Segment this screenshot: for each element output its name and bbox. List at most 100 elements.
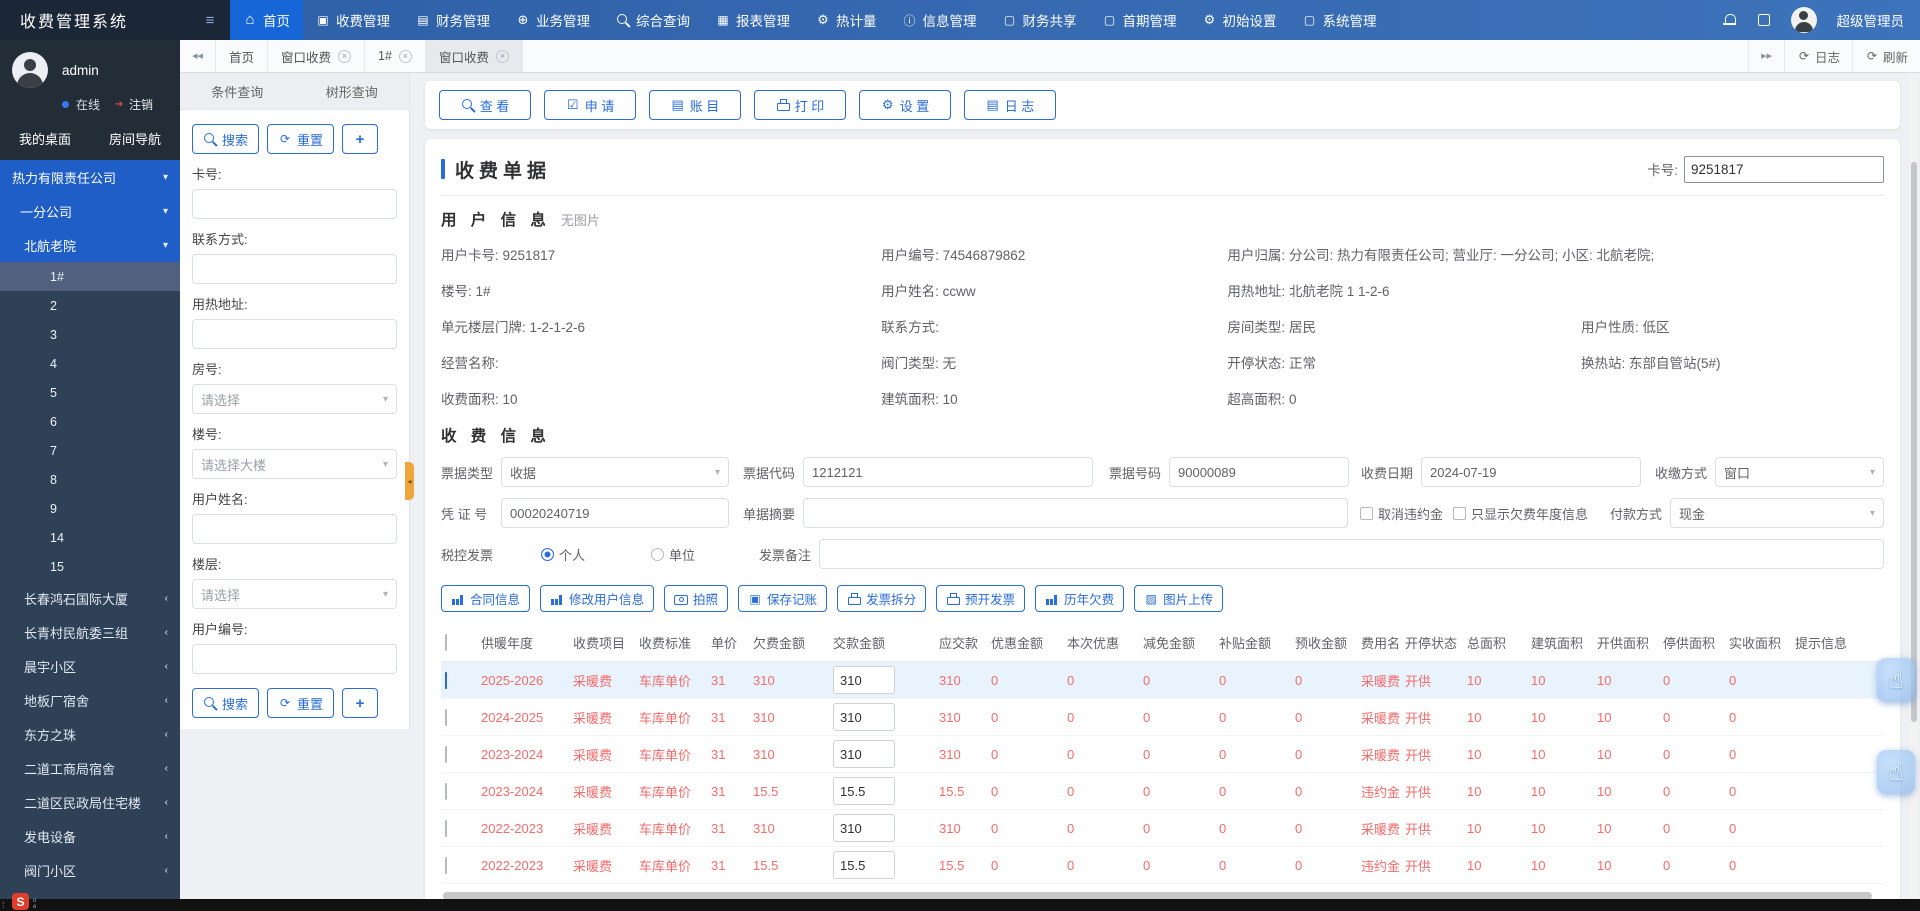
log-button[interactable]: 日志 bbox=[1784, 40, 1852, 72]
action-button[interactable]: 发票拆分 bbox=[837, 585, 926, 612]
reset-button[interactable]: 重置 bbox=[267, 124, 334, 154]
tab-condition-query[interactable]: 条件查询 bbox=[180, 73, 295, 109]
query-field-input[interactable] bbox=[192, 189, 397, 219]
ime-icon[interactable]: S bbox=[12, 893, 29, 910]
table-row[interactable]: 2024-2025 采暖费 车库单价 31 310 310 0 0 0 0 0 bbox=[441, 699, 1884, 736]
action-button[interactable]: 拍照 bbox=[664, 585, 728, 612]
scrollbar-thumb[interactable] bbox=[1911, 162, 1917, 722]
query-field-select[interactable]: 请选择 ▾ bbox=[192, 579, 397, 609]
tree-item[interactable]: 长春鸿石国际大厦 ‹ bbox=[0, 581, 180, 615]
toolbar-button[interactable]: 设 置 bbox=[859, 90, 951, 120]
toolbar-button[interactable]: 查 看 bbox=[439, 90, 531, 120]
toolbar-button[interactable]: 打 印 bbox=[754, 90, 846, 120]
pay-amount-input[interactable] bbox=[833, 666, 895, 694]
tree-item[interactable]: 4 bbox=[0, 349, 180, 378]
avatar[interactable] bbox=[12, 52, 48, 88]
touch-pointer-icon[interactable] bbox=[1877, 658, 1915, 702]
tab-tree-query[interactable]: 树形查询 bbox=[295, 73, 410, 109]
table-row[interactable]: 2025-2026 采暖费 车库单价 31 310 310 0 0 0 0 0 bbox=[441, 662, 1884, 699]
bell-icon[interactable] bbox=[1723, 13, 1737, 27]
close-tab-icon[interactable]: × bbox=[496, 50, 509, 63]
tree-item[interactable]: 7 bbox=[0, 436, 180, 465]
panel-resize-handle[interactable] bbox=[405, 462, 414, 500]
fee-date-input[interactable] bbox=[1421, 457, 1641, 487]
receipt-no-input[interactable] bbox=[1169, 457, 1349, 487]
nav-menu-item[interactable]: 热计量 bbox=[803, 0, 890, 40]
tree-item[interactable]: 北航老院 ▾ bbox=[0, 228, 180, 262]
search-button[interactable]: 搜索 bbox=[192, 688, 259, 718]
tree-item[interactable]: 二道工商局宿舍 ‹ bbox=[0, 751, 180, 785]
row-checkbox[interactable] bbox=[445, 746, 447, 763]
voucher-input[interactable] bbox=[501, 498, 729, 528]
table-row[interactable]: 2022-2023 采暖费 车库单价 31 310 310 0 0 0 0 0 bbox=[441, 810, 1884, 847]
query-field-input[interactable] bbox=[192, 254, 397, 284]
nav-menu-item[interactable]: 报表管理 bbox=[703, 0, 803, 40]
row-checkbox[interactable] bbox=[445, 672, 447, 689]
pay-amount-input[interactable] bbox=[833, 703, 895, 731]
tree-item[interactable]: 14 bbox=[0, 523, 180, 552]
action-button[interactable]: 保存记账 bbox=[738, 585, 827, 612]
pay-amount-input[interactable] bbox=[833, 851, 895, 879]
query-field-input[interactable] bbox=[192, 644, 397, 674]
nav-menu-item[interactable]: 系统管理 bbox=[1290, 0, 1390, 40]
tree-item[interactable]: 长青村民航委三组 ‹ bbox=[0, 615, 180, 649]
action-button[interactable]: 合同信息 bbox=[441, 585, 530, 612]
search-button[interactable]: 搜索 bbox=[192, 124, 259, 154]
toolbar-button[interactable]: 日 志 bbox=[964, 90, 1056, 120]
cancel-penalty-checkbox[interactable] bbox=[1360, 507, 1373, 520]
toolbar-button[interactable]: 申 请 bbox=[544, 90, 636, 120]
nav-menu-item[interactable]: 业务管理 bbox=[503, 0, 603, 40]
tree-item[interactable]: 3 bbox=[0, 320, 180, 349]
nav-menu-item[interactable]: 财务管理 bbox=[403, 0, 503, 40]
close-tab-icon[interactable]: × bbox=[338, 50, 351, 63]
close-tab-icon[interactable]: × bbox=[399, 50, 412, 63]
tree-item[interactable]: 1# bbox=[0, 262, 180, 291]
tree-item[interactable]: 6 bbox=[0, 407, 180, 436]
receipt-code-input[interactable] bbox=[803, 457, 1093, 487]
table-row[interactable]: 2022-2023 采暖费 车库单价 31 15.5 15.5 0 0 0 0 … bbox=[441, 847, 1884, 884]
invoice-remark-input[interactable] bbox=[819, 539, 1884, 569]
add-button[interactable] bbox=[342, 688, 378, 718]
company-radio[interactable] bbox=[651, 548, 664, 561]
query-field-input[interactable] bbox=[192, 319, 397, 349]
query-field-select[interactable]: 请选择大楼 ▾ bbox=[192, 449, 397, 479]
hamburger-menu-icon[interactable]: ≡ bbox=[190, 0, 230, 40]
tab-my-desktop[interactable]: 我的桌面 bbox=[0, 129, 90, 148]
tree-item[interactable]: 5 bbox=[0, 378, 180, 407]
nav-menu-item[interactable]: 收费管理 bbox=[303, 0, 403, 40]
tree-item[interactable]: 15 bbox=[0, 552, 180, 581]
tree-item[interactable]: 地板厂宿舍 ‹ bbox=[0, 683, 180, 717]
page-tab[interactable]: 首页 bbox=[216, 40, 268, 72]
tree-item[interactable]: 热力有限责任公司 ▾ bbox=[0, 160, 180, 194]
action-button[interactable]: 历年欠费 bbox=[1035, 585, 1124, 612]
nav-menu-item[interactable]: 首期管理 bbox=[1090, 0, 1190, 40]
action-button[interactable]: 预开发票 bbox=[936, 585, 1025, 612]
scroll-tabs-left-icon[interactable] bbox=[191, 49, 205, 63]
nav-menu-item[interactable]: 信息管理 bbox=[890, 0, 990, 40]
tree-item[interactable]: 二道区民政局住宅楼 ‹ bbox=[0, 785, 180, 819]
query-field-select[interactable]: 请选择 ▾ bbox=[192, 384, 397, 414]
query-field-input[interactable] bbox=[192, 514, 397, 544]
logout-button[interactable]: 注销 bbox=[112, 96, 153, 113]
pay-amount-input[interactable] bbox=[833, 777, 895, 805]
pay-amount-input[interactable] bbox=[833, 740, 895, 768]
only-arrears-checkbox[interactable] bbox=[1453, 507, 1466, 520]
tree-item[interactable]: 发电设备 ‹ bbox=[0, 819, 180, 853]
table-row[interactable]: 2023-2024 采暖费 车库单价 31 310 310 0 0 0 0 0 bbox=[441, 736, 1884, 773]
tree-item[interactable]: 阀门小区 ‹ bbox=[0, 853, 180, 887]
tree-item[interactable]: 2 bbox=[0, 291, 180, 320]
horizontal-scrollbar[interactable] bbox=[443, 892, 1872, 899]
nav-menu-item[interactable]: 初始设置 bbox=[1190, 0, 1290, 40]
tree-item[interactable]: 9 bbox=[0, 494, 180, 523]
fullscreen-icon[interactable] bbox=[1757, 13, 1771, 27]
page-tab[interactable]: 窗口收费 × bbox=[426, 40, 523, 72]
action-button[interactable]: 修改用户信息 bbox=[540, 585, 654, 612]
row-checkbox[interactable] bbox=[445, 783, 447, 800]
row-checkbox[interactable] bbox=[445, 857, 447, 874]
toolbar-button[interactable]: 账 目 bbox=[649, 90, 741, 120]
tree-item[interactable]: 晨宇小区 ‹ bbox=[0, 649, 180, 683]
pay-amount-input[interactable] bbox=[833, 814, 895, 842]
nav-menu-item[interactable]: 首页 bbox=[230, 0, 303, 40]
tree-item[interactable]: 东方之珠 ‹ bbox=[0, 717, 180, 751]
receipt-type-select[interactable]: 收据▾ bbox=[501, 457, 729, 487]
